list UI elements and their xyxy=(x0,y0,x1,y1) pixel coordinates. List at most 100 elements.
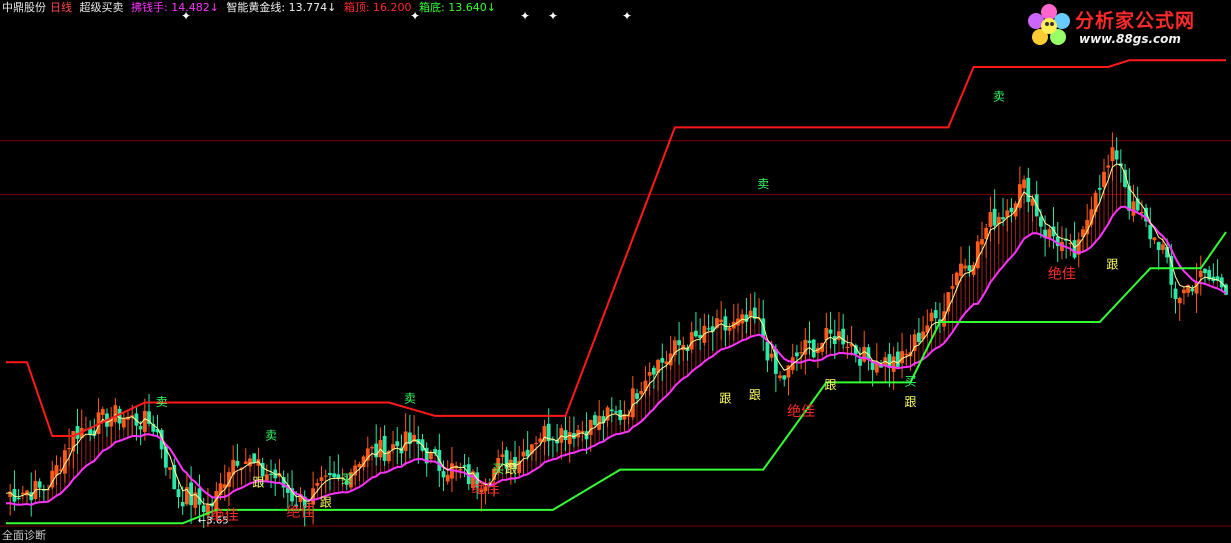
candle-body xyxy=(828,329,833,334)
candle-body xyxy=(243,461,248,464)
candle-body xyxy=(799,352,804,354)
signal-marker: 绝佳 xyxy=(787,404,815,420)
candle-body xyxy=(332,473,337,478)
header-star-icon: ✦ xyxy=(548,9,558,23)
candle-body xyxy=(639,390,644,395)
candle-body xyxy=(1093,192,1098,213)
candle-body xyxy=(382,435,387,461)
signal-marker: 卖 xyxy=(993,90,1005,104)
candle-body xyxy=(744,314,749,322)
candle-body xyxy=(235,460,240,466)
candle-body xyxy=(710,326,715,332)
candle-body xyxy=(445,474,450,482)
candle-body xyxy=(647,371,652,376)
candle-body xyxy=(1177,297,1182,304)
header-star-icon: ✦ xyxy=(181,9,191,23)
candle-body xyxy=(916,332,921,342)
candle-body xyxy=(315,482,320,486)
candle-body xyxy=(1102,171,1106,188)
candle-body xyxy=(845,346,850,349)
candle-body xyxy=(895,351,900,367)
candle-body xyxy=(1038,216,1043,227)
candle-body xyxy=(113,405,118,422)
candle-body xyxy=(1156,242,1161,251)
candle-body xyxy=(20,492,25,495)
candle-body xyxy=(269,473,273,475)
candle-body xyxy=(117,408,122,424)
signal-marker: 买 xyxy=(341,472,353,486)
candle-body xyxy=(1001,217,1005,220)
candle-body xyxy=(264,474,269,481)
signal-marker: 跟 xyxy=(505,462,517,476)
candle-body xyxy=(929,312,934,322)
candle-body xyxy=(891,356,896,372)
candle-body xyxy=(428,452,433,460)
candle-body xyxy=(643,380,648,392)
candle-body xyxy=(723,316,728,331)
candle-body xyxy=(1097,187,1102,190)
candle-body xyxy=(904,354,909,356)
candle-body xyxy=(719,319,724,323)
header-star-icon: ✦ xyxy=(622,9,632,23)
candle-body xyxy=(1009,207,1014,213)
logo-url[interactable]: www.88gs.com xyxy=(1079,32,1181,46)
candle-body xyxy=(403,431,408,451)
candle-body xyxy=(395,441,400,447)
candle-body xyxy=(778,375,782,379)
candle-body xyxy=(1148,224,1153,240)
logo-title: 分析家公式网 xyxy=(1075,10,1196,32)
header-star-icon: ✦ xyxy=(410,9,420,23)
candle-body xyxy=(992,208,997,226)
lucky-hand-line xyxy=(5,205,1227,506)
candle-body xyxy=(635,393,639,399)
candle-body xyxy=(323,475,328,477)
candle-body xyxy=(168,467,172,470)
signal-marker: 绝佳 xyxy=(1048,266,1076,282)
candle-body xyxy=(950,286,955,289)
candle-body xyxy=(328,472,332,476)
footer-diagnose[interactable]: 全面诊断 xyxy=(2,527,46,543)
candle-body xyxy=(660,358,665,363)
candle-body xyxy=(138,426,143,430)
candle-body xyxy=(811,339,816,358)
candle-body xyxy=(980,239,984,245)
candle-body xyxy=(727,327,732,331)
signal-marker: 买 xyxy=(904,375,916,389)
candle-body xyxy=(441,471,446,478)
candle-body xyxy=(67,448,72,450)
candle-body xyxy=(933,310,938,319)
candle-body xyxy=(567,432,572,445)
candle-body xyxy=(609,409,614,412)
candle-body xyxy=(782,375,787,380)
candle-body xyxy=(357,463,362,468)
candle-body xyxy=(858,359,862,366)
candle-body xyxy=(837,331,841,340)
candle-body xyxy=(614,411,618,413)
candle-body xyxy=(794,352,799,357)
candle-body xyxy=(841,328,846,345)
candle-body xyxy=(71,431,76,452)
candle-body xyxy=(500,454,505,458)
candle-body xyxy=(462,465,467,467)
candle-body xyxy=(668,353,673,366)
candle-body xyxy=(1022,179,1026,189)
signal-marker: 跟 xyxy=(825,378,837,392)
signal-marker: 绝佳 xyxy=(211,508,239,524)
candle-body xyxy=(765,341,770,361)
signal-marker: 绝佳 xyxy=(472,481,500,497)
signal-marker: 跟 xyxy=(749,388,761,402)
candle-body xyxy=(807,340,812,344)
candle-body xyxy=(1072,240,1077,258)
candle-body xyxy=(37,481,42,488)
candlestick-chart[interactable]: ←3.65卖卖跟绝佳 绝佳跟买卖绝佳买 跟跟 跟卖绝佳跟 买跟卖绝佳跟✦ ✦ ✦ ✦ ✦ xyxy=(0,0,1231,539)
signal-marker: 跟 xyxy=(904,395,916,409)
candle-body xyxy=(870,362,875,370)
site-logo: 分析家公式网 www.88gs.com xyxy=(1025,2,1225,52)
candle-body xyxy=(588,419,593,435)
candle-body xyxy=(252,453,257,463)
candle-body xyxy=(1026,177,1031,202)
candle-body xyxy=(1203,268,1207,274)
candle-body xyxy=(563,430,568,441)
candle-body xyxy=(1160,244,1165,250)
signal-marker: 跟 xyxy=(252,475,264,489)
